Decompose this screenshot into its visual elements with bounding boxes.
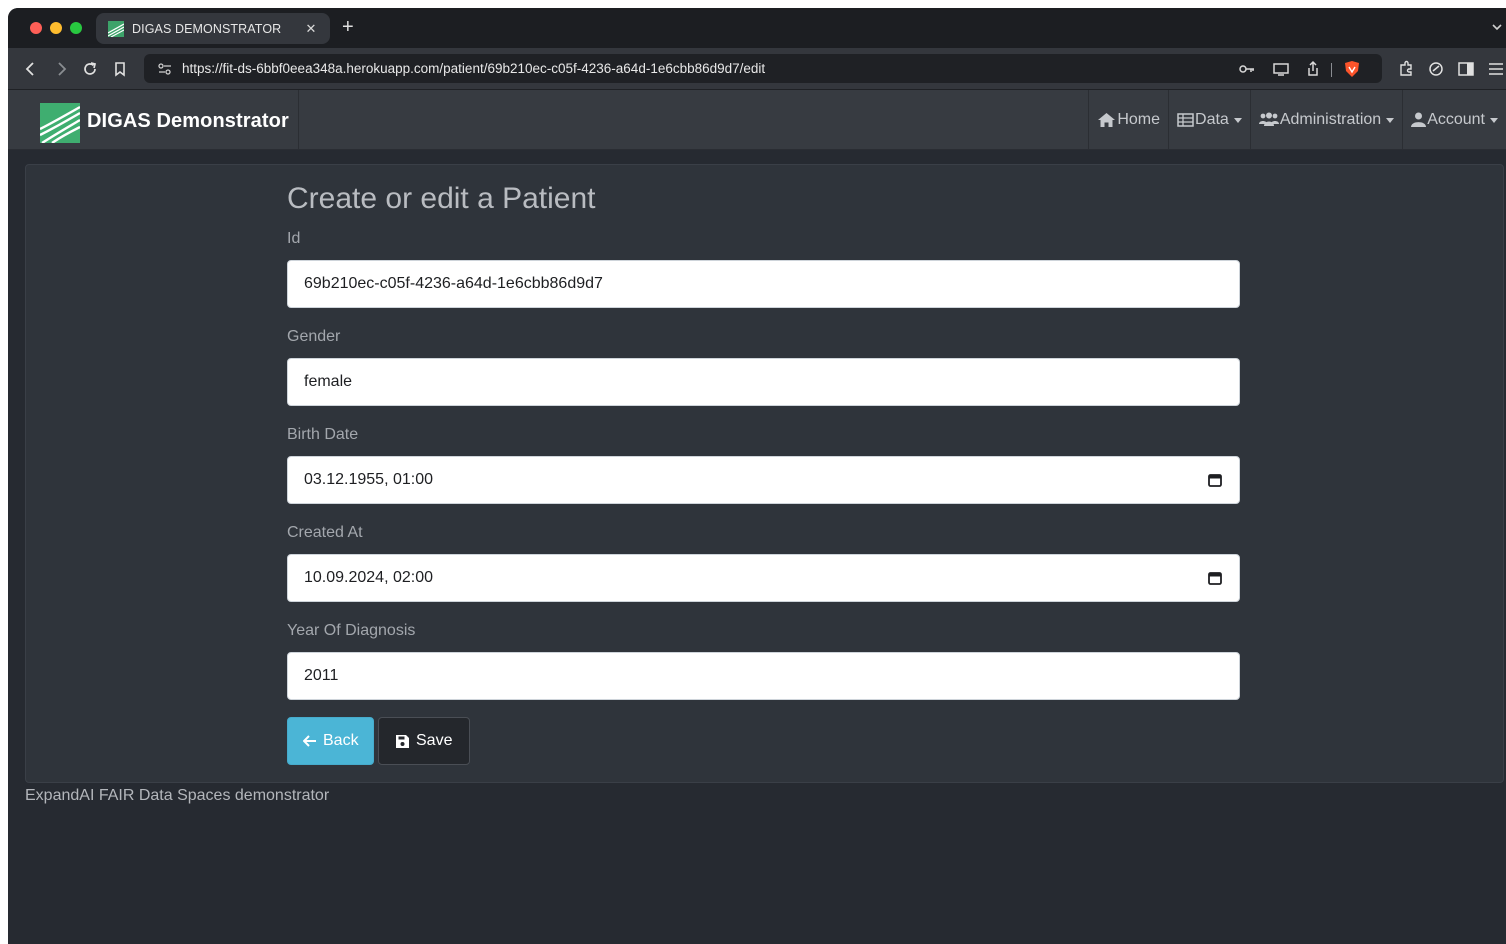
created-at-value: 10.09.2024, 02:00 — [304, 569, 434, 586]
nav-item-data[interactable]: Data — [1168, 90, 1250, 149]
nav-item-account[interactable]: Account — [1402, 90, 1506, 149]
gender-value: female — [304, 373, 353, 390]
footer-text: ExpandAI FAIR Data Spaces demonstrator — [25, 787, 330, 804]
calendar-icon[interactable] — [1207, 472, 1223, 488]
toolbar-separator — [1331, 63, 1332, 77]
chevron-down-icon — [1386, 118, 1395, 123]
created-at-field[interactable]: 10.09.2024, 02:00 — [287, 554, 1240, 602]
extensions-puzzle-icon[interactable] — [1397, 60, 1415, 78]
site-settings-icon[interactable] — [156, 60, 174, 78]
table-icon — [1177, 112, 1194, 127]
arrow-left-icon — [303, 735, 316, 747]
minimize-window-button[interactable] — [50, 22, 62, 34]
reload-icon[interactable] — [81, 60, 99, 78]
cast-icon[interactable] — [1272, 60, 1290, 78]
share-icon[interactable] — [1304, 60, 1322, 78]
save-button[interactable]: Save — [378, 717, 470, 765]
digas-favicon-icon — [108, 20, 124, 37]
address-bar[interactable]: https://fit-ds-6bbf0eea348a.herokuapp.co… — [144, 54, 1382, 83]
calendar-icon[interactable] — [1207, 570, 1223, 586]
leo-ai-icon[interactable] — [1427, 60, 1445, 78]
created-at-label: Created At — [287, 524, 363, 541]
birth-date-value: 03.12.1955, 01:00 — [304, 471, 434, 488]
year-of-diagnosis-field[interactable]: 2011 — [287, 652, 1240, 700]
browser-toolbar: https://fit-ds-6bbf0eea348a.herokuapp.co… — [8, 48, 1506, 90]
user-icon — [1411, 112, 1427, 127]
floppy-disk-icon — [396, 734, 409, 748]
id-label: Id — [287, 230, 301, 247]
tab-title: DIGAS DEMONSTRATOR — [132, 21, 282, 36]
page-title: Create or edit a Patient — [287, 182, 596, 215]
app-navbar: DIGAS Demonstrator Home Data Administrat… — [8, 90, 1506, 150]
gender-label: Gender — [287, 328, 341, 345]
back-button[interactable]: Back — [287, 717, 374, 765]
nav-item-administration[interactable]: Administration — [1249, 90, 1402, 149]
forward-arrow-icon[interactable] — [52, 60, 70, 78]
chevron-down-icon — [1233, 118, 1242, 123]
digas-logo-icon — [40, 103, 80, 143]
sidebar-toggle-icon[interactable] — [1457, 60, 1475, 78]
home-icon — [1098, 112, 1116, 127]
maximize-window-button[interactable] — [70, 22, 82, 34]
gender-field[interactable]: female — [287, 358, 1240, 406]
nav-account-label: Account — [1427, 110, 1485, 128]
nav-menu: Home Data Administration Account — [1088, 90, 1506, 149]
back-button-label: Back — [323, 732, 359, 749]
key-icon[interactable] — [1238, 60, 1256, 78]
nav-data-label: Data — [1195, 110, 1229, 128]
tab-strip: DIGAS DEMONSTRATOR ✕ + — [8, 8, 1506, 48]
back-arrow-icon[interactable] — [22, 60, 40, 78]
bookmark-icon[interactable] — [111, 60, 129, 78]
close-window-button[interactable] — [30, 22, 42, 34]
tab-list-chevron-icon[interactable] — [1490, 20, 1504, 34]
browser-tab-active[interactable]: DIGAS DEMONSTRATOR ✕ — [96, 13, 330, 44]
brand-link[interactable]: DIGAS Demonstrator — [8, 90, 299, 149]
id-field[interactable]: 69b210ec-c05f-4236-a64d-1e6cbb86d9d7 — [287, 260, 1240, 308]
brave-shield-icon[interactable] — [1343, 60, 1361, 78]
birth-date-label: Birth Date — [287, 426, 359, 443]
year-of-diagnosis-label: Year Of Diagnosis — [287, 622, 416, 639]
save-button-label: Save — [416, 732, 453, 749]
nav-administration-label: Administration — [1279, 110, 1382, 128]
id-value: 69b210ec-c05f-4236-a64d-1e6cbb86d9d7 — [304, 275, 603, 292]
patient-form-card: Create or edit a Patient Id 69b210ec-c05… — [25, 164, 1504, 783]
browser-window: DIGAS DEMONSTRATOR ✕ + https://fit-ds-6b… — [8, 8, 1506, 944]
main-menu-icon[interactable] — [1487, 60, 1505, 78]
year-of-diagnosis-value: 2011 — [304, 667, 339, 684]
chevron-down-icon — [1490, 118, 1498, 123]
url-text: https://fit-ds-6bbf0eea348a.herokuapp.co… — [182, 61, 766, 76]
nav-item-home[interactable]: Home — [1088, 90, 1168, 149]
brand-name: DIGAS Demonstrator — [87, 110, 289, 132]
birth-date-field[interactable]: 03.12.1955, 01:00 — [287, 456, 1240, 504]
tab-close-icon[interactable]: ✕ — [302, 21, 320, 37]
users-icon — [1258, 112, 1279, 126]
new-tab-button[interactable]: + — [342, 16, 354, 38]
nav-home-label: Home — [1117, 110, 1161, 128]
